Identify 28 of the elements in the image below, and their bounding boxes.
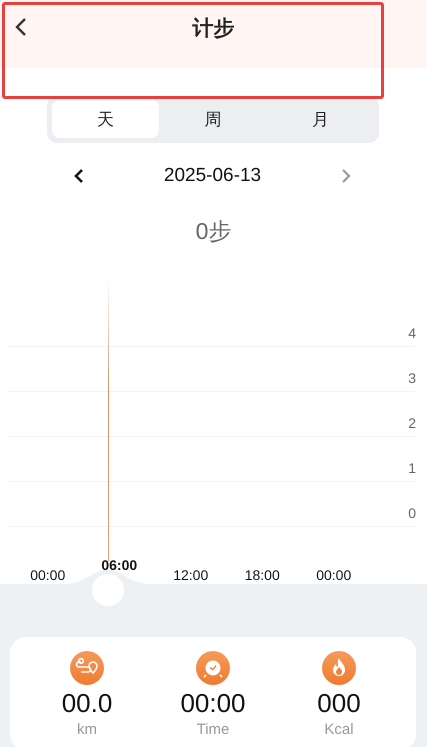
stat-value: 000 [317,688,361,718]
stat-unit: km [77,721,97,738]
axis-label: 1 [408,460,416,476]
flame-icon [322,651,356,685]
time-label: 06:00 [100,557,138,575]
page-title: 计步 [192,16,234,42]
axis-label: 3 [408,370,416,386]
time-label: 12:00 [172,567,210,583]
axis-label: 4 [408,325,416,341]
stat-unit: Time [196,721,230,738]
time-label: 00:00 [29,567,66,583]
time-label: 00:00 [315,567,352,583]
period-tab[interactable]: 周 [159,100,267,138]
current-date: 2025-06-13 [164,165,262,187]
axis-label: 2 [408,415,416,431]
period-tab[interactable]: 月 [266,100,374,138]
period-tab[interactable]: 天 [52,100,160,138]
back-icon [14,17,28,37]
alarm-clock-icon [196,651,230,685]
stat-unit: Kcal [324,721,354,738]
step-total: 0步 [194,217,232,246]
chevron-right-icon [340,168,351,184]
stat-value: 00:00 [180,688,246,718]
chevron-left-icon [74,168,84,184]
stat-value: 00.0 [62,688,112,718]
time-label: 18:00 [244,567,281,583]
route-icon [70,651,104,685]
axis-label: 0 [408,505,416,521]
